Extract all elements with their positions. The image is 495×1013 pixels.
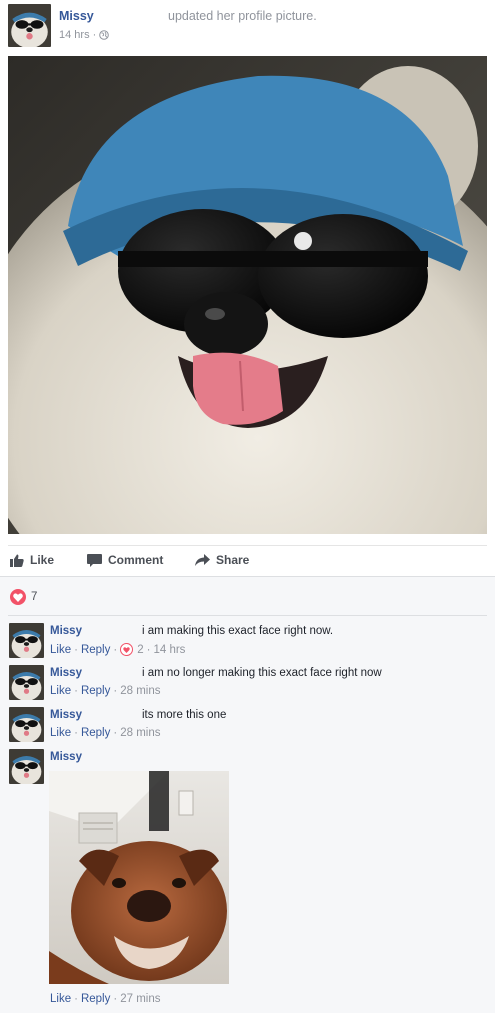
post-timestamp[interactable]: 14 hrs — [59, 29, 90, 41]
comment-like-link[interactable]: Like — [50, 993, 71, 1005]
commenter-avatar[interactable] — [9, 665, 44, 700]
comment-photo[interactable] — [49, 771, 229, 984]
comment-reply-link[interactable]: Reply — [81, 644, 110, 656]
action-bar: Like Comment Share — [8, 546, 487, 574]
thumbs-up-icon — [10, 554, 24, 567]
like-button[interactable]: Like — [10, 553, 54, 567]
comment-meta: Like · Reply · 28 mins — [50, 685, 161, 697]
comment-label: Comment — [108, 553, 164, 567]
comment-timestamp[interactable]: 28 mins — [120, 685, 160, 697]
profile-picture-photo[interactable] — [8, 56, 487, 534]
comment-timestamp[interactable]: 27 mins — [120, 993, 160, 1005]
comment-reply-link[interactable]: Reply — [81, 685, 110, 697]
commenter-name[interactable]: Missy — [50, 667, 82, 679]
share-button[interactable]: Share — [195, 553, 249, 567]
comment-meta: Like · Reply · 28 mins — [50, 727, 161, 739]
comment-text: i am making this exact face right now. — [142, 625, 334, 637]
comment-text: its more this one — [142, 709, 227, 721]
commenter-avatar[interactable] — [9, 623, 44, 658]
like-label: Like — [30, 553, 55, 567]
comment-reaction-count[interactable]: 2 — [137, 644, 143, 656]
comment-text: i am no longer making this exact face ri… — [142, 667, 382, 679]
commenter-avatar[interactable] — [9, 749, 44, 784]
reactions-divider — [8, 615, 487, 616]
post-action-text: updated her profile picture. — [168, 9, 317, 23]
comment-like-link[interactable]: Like — [50, 727, 71, 739]
reaction-count: 7 — [31, 591, 38, 603]
post-author-name[interactable]: Missy — [59, 9, 94, 23]
heart-icon — [10, 589, 26, 605]
post-meta: 14 hrs · — [59, 29, 110, 41]
comment-button[interactable]: Comment — [87, 553, 495, 567]
comment-meta: Like · Reply · 2 · 14 hrs — [50, 643, 186, 656]
author-avatar[interactable] — [8, 4, 51, 47]
comment-timestamp[interactable]: 14 hrs — [153, 644, 185, 656]
share-arrow-icon — [195, 554, 210, 566]
commenter-name[interactable]: Missy — [50, 751, 82, 763]
meta-separator: · — [92, 29, 97, 41]
commenter-name[interactable]: Missy — [50, 709, 82, 721]
comment-meta: Like · Reply · 27 mins — [50, 993, 161, 1005]
comment-reply-link[interactable]: Reply — [81, 727, 110, 739]
speech-bubble-icon — [87, 553, 102, 567]
comments-section: 7 Missy i am making this exact face righ… — [0, 576, 495, 1013]
globe-icon[interactable] — [99, 30, 110, 40]
comment-reply-link[interactable]: Reply — [81, 993, 110, 1005]
comment-like-link[interactable]: Like — [50, 685, 71, 697]
commenter-name[interactable]: Missy — [50, 625, 82, 637]
reaction-summary[interactable]: 7 — [10, 589, 37, 605]
comment-timestamp[interactable]: 28 mins — [120, 727, 160, 739]
share-label: Share — [216, 553, 250, 567]
post-header: Missy updated her profile picture. 14 hr… — [0, 0, 495, 52]
commenter-avatar[interactable] — [9, 707, 44, 742]
comment-like-link[interactable]: Like — [50, 644, 71, 656]
heart-icon[interactable] — [120, 643, 134, 656]
